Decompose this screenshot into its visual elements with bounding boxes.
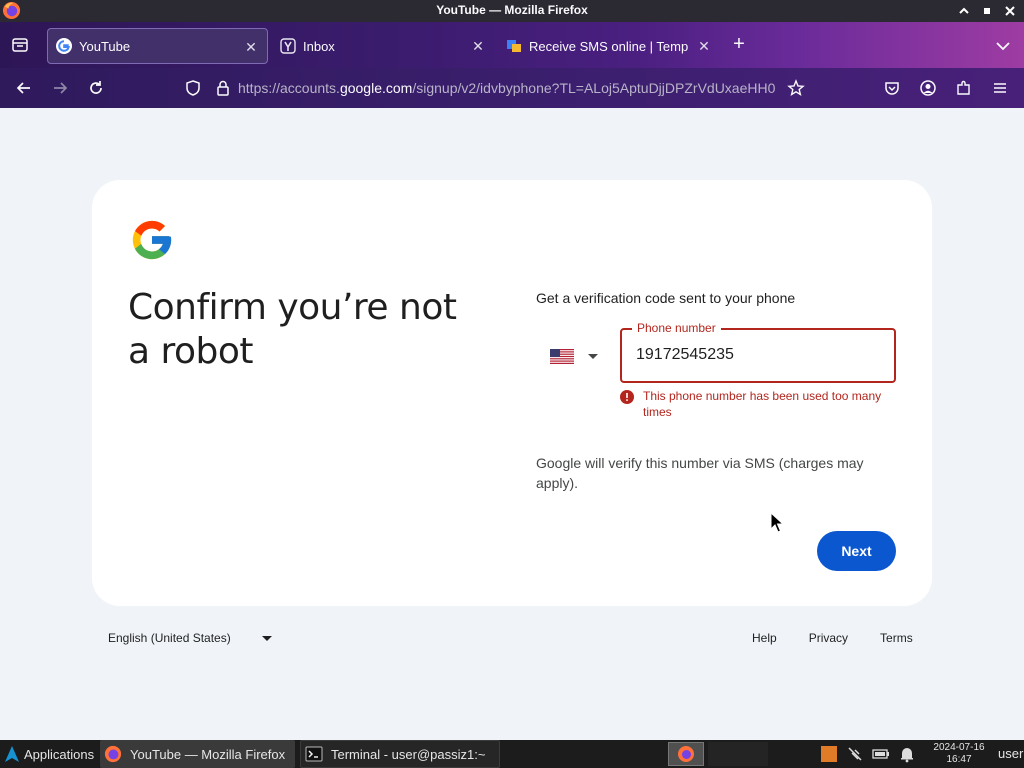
url-path: /signup/v2/idvbyphone?TL=ALoj5AptuDjjDPZ… (412, 80, 776, 96)
workspace-1[interactable] (668, 742, 704, 766)
window-titlebar: YouTube — Mozilla Firefox (0, 0, 1024, 22)
user-menu[interactable]: user (998, 746, 1023, 761)
tab-receive-sms[interactable]: Receive SMS online | Temp ✕ (498, 28, 720, 64)
firefox-logo-icon (678, 746, 694, 762)
chevron-down-icon (588, 353, 598, 359)
workspace-2[interactable] (708, 742, 768, 766)
url-prefix: https://accounts. (238, 80, 340, 96)
sms-site-icon (507, 40, 521, 52)
tab-label: Inbox (303, 38, 335, 54)
tracking-protection-shield-icon[interactable] (184, 79, 202, 97)
phone-number-input[interactable] (636, 346, 876, 364)
firefox-view-icon[interactable] (11, 36, 29, 54)
back-arrow-icon[interactable] (15, 79, 33, 97)
navigation-toolbar: https://accounts.google.com/signup/v2/id… (0, 68, 1024, 108)
verification-subtitle: Get a verification code sent to your pho… (536, 290, 796, 306)
language-label: English (United States) (108, 631, 231, 645)
us-flag-icon (550, 348, 574, 364)
list-all-tabs-icon[interactable] (994, 37, 1012, 55)
google-g-icon (56, 38, 72, 54)
sms-charges-note: Google will verify this number via SMS (… (536, 455, 864, 491)
taskbar-firefox-window[interactable]: YouTube — Mozilla Firefox (100, 740, 295, 768)
forward-arrow-icon[interactable] (51, 79, 69, 97)
tab-label: Receive SMS online | Temp (529, 38, 689, 54)
new-tab-icon[interactable]: + (730, 34, 748, 54)
system-tray (820, 745, 916, 763)
clock[interactable]: 2024-07-16 16:47 (928, 742, 990, 766)
restore-icon[interactable] (978, 2, 995, 19)
terminal-icon (305, 746, 323, 762)
page-content: Confirm you’re not a robot Get a verific… (0, 108, 1024, 740)
window-title: YouTube — Mozilla Firefox (436, 3, 588, 17)
mouse-pointer-icon (770, 512, 784, 533)
url-bar[interactable]: https://accounts.google.com/signup/v2/id… (238, 80, 776, 96)
page-title: Confirm you’re not a robot (128, 287, 457, 372)
close-tab-icon[interactable]: ✕ (243, 39, 259, 55)
bookmark-star-icon[interactable] (787, 79, 805, 97)
extensions-icon[interactable] (955, 79, 973, 97)
firefox-logo-icon (104, 745, 122, 763)
error-text: This phone number has been used too many… (643, 389, 882, 419)
lock-icon[interactable] (214, 79, 232, 97)
help-link[interactable]: Help (752, 631, 777, 645)
hamburger-menu-icon[interactable] (991, 79, 1009, 97)
account-icon[interactable] (919, 79, 937, 97)
tab-youtube[interactable]: YouTube ✕ (47, 28, 268, 64)
site-info-group (184, 79, 232, 97)
reload-icon[interactable] (87, 79, 105, 97)
error-icon (620, 390, 634, 404)
arch-logo-icon (5, 746, 19, 762)
yandex-y-icon (280, 38, 296, 54)
applications-label: Applications (24, 746, 95, 762)
signup-card: Confirm you’re not a robot Get a verific… (92, 180, 932, 606)
taskbar-terminal-label: Terminal - user@passiz1:~ (331, 746, 486, 762)
pocket-icon[interactable] (883, 79, 901, 97)
phone-error-message: This phone number has been used too many… (620, 388, 896, 420)
phone-number-field[interactable]: Phone number (620, 321, 896, 383)
tab-label: YouTube (79, 38, 131, 54)
footer-links: Help Privacy Terms (752, 631, 913, 645)
notification-bell-icon[interactable] (898, 745, 916, 763)
network-disconnected-icon[interactable] (846, 745, 864, 763)
applications-menu[interactable]: Applications (3, 740, 94, 768)
minimize-icon[interactable] (955, 2, 972, 19)
url-host: google.com (339, 80, 413, 96)
phone-number-label: Phone number (632, 321, 721, 335)
country-selector[interactable] (550, 344, 606, 368)
clock-date: 2024-07-16 (933, 742, 985, 753)
chevron-down-icon (261, 635, 272, 641)
system-taskbar: Applications YouTube — Mozilla Firefox T… (0, 740, 1024, 768)
close-window-icon[interactable] (1001, 2, 1018, 19)
clock-time: 16:47 (946, 754, 972, 765)
google-logo-icon (132, 220, 172, 260)
window-controls (955, 2, 1018, 19)
privacy-link[interactable]: Privacy (809, 631, 848, 645)
close-tab-icon[interactable]: ✕ (696, 38, 712, 54)
tab-inbox[interactable]: Inbox ✕ (272, 28, 494, 64)
language-selector[interactable]: English (United States) (108, 631, 272, 645)
battery-icon[interactable] (872, 745, 890, 763)
tray-app-icon[interactable] (820, 745, 838, 763)
close-tab-icon[interactable]: ✕ (470, 38, 486, 54)
next-button[interactable]: Next (817, 531, 896, 571)
tab-strip: YouTube ✕ Inbox ✕ Receive SMS online | T… (0, 22, 1024, 68)
taskbar-firefox-label: YouTube — Mozilla Firefox (130, 746, 286, 762)
taskbar-terminal-window[interactable]: Terminal - user@passiz1:~ (300, 740, 500, 768)
terms-link[interactable]: Terms (880, 631, 913, 645)
